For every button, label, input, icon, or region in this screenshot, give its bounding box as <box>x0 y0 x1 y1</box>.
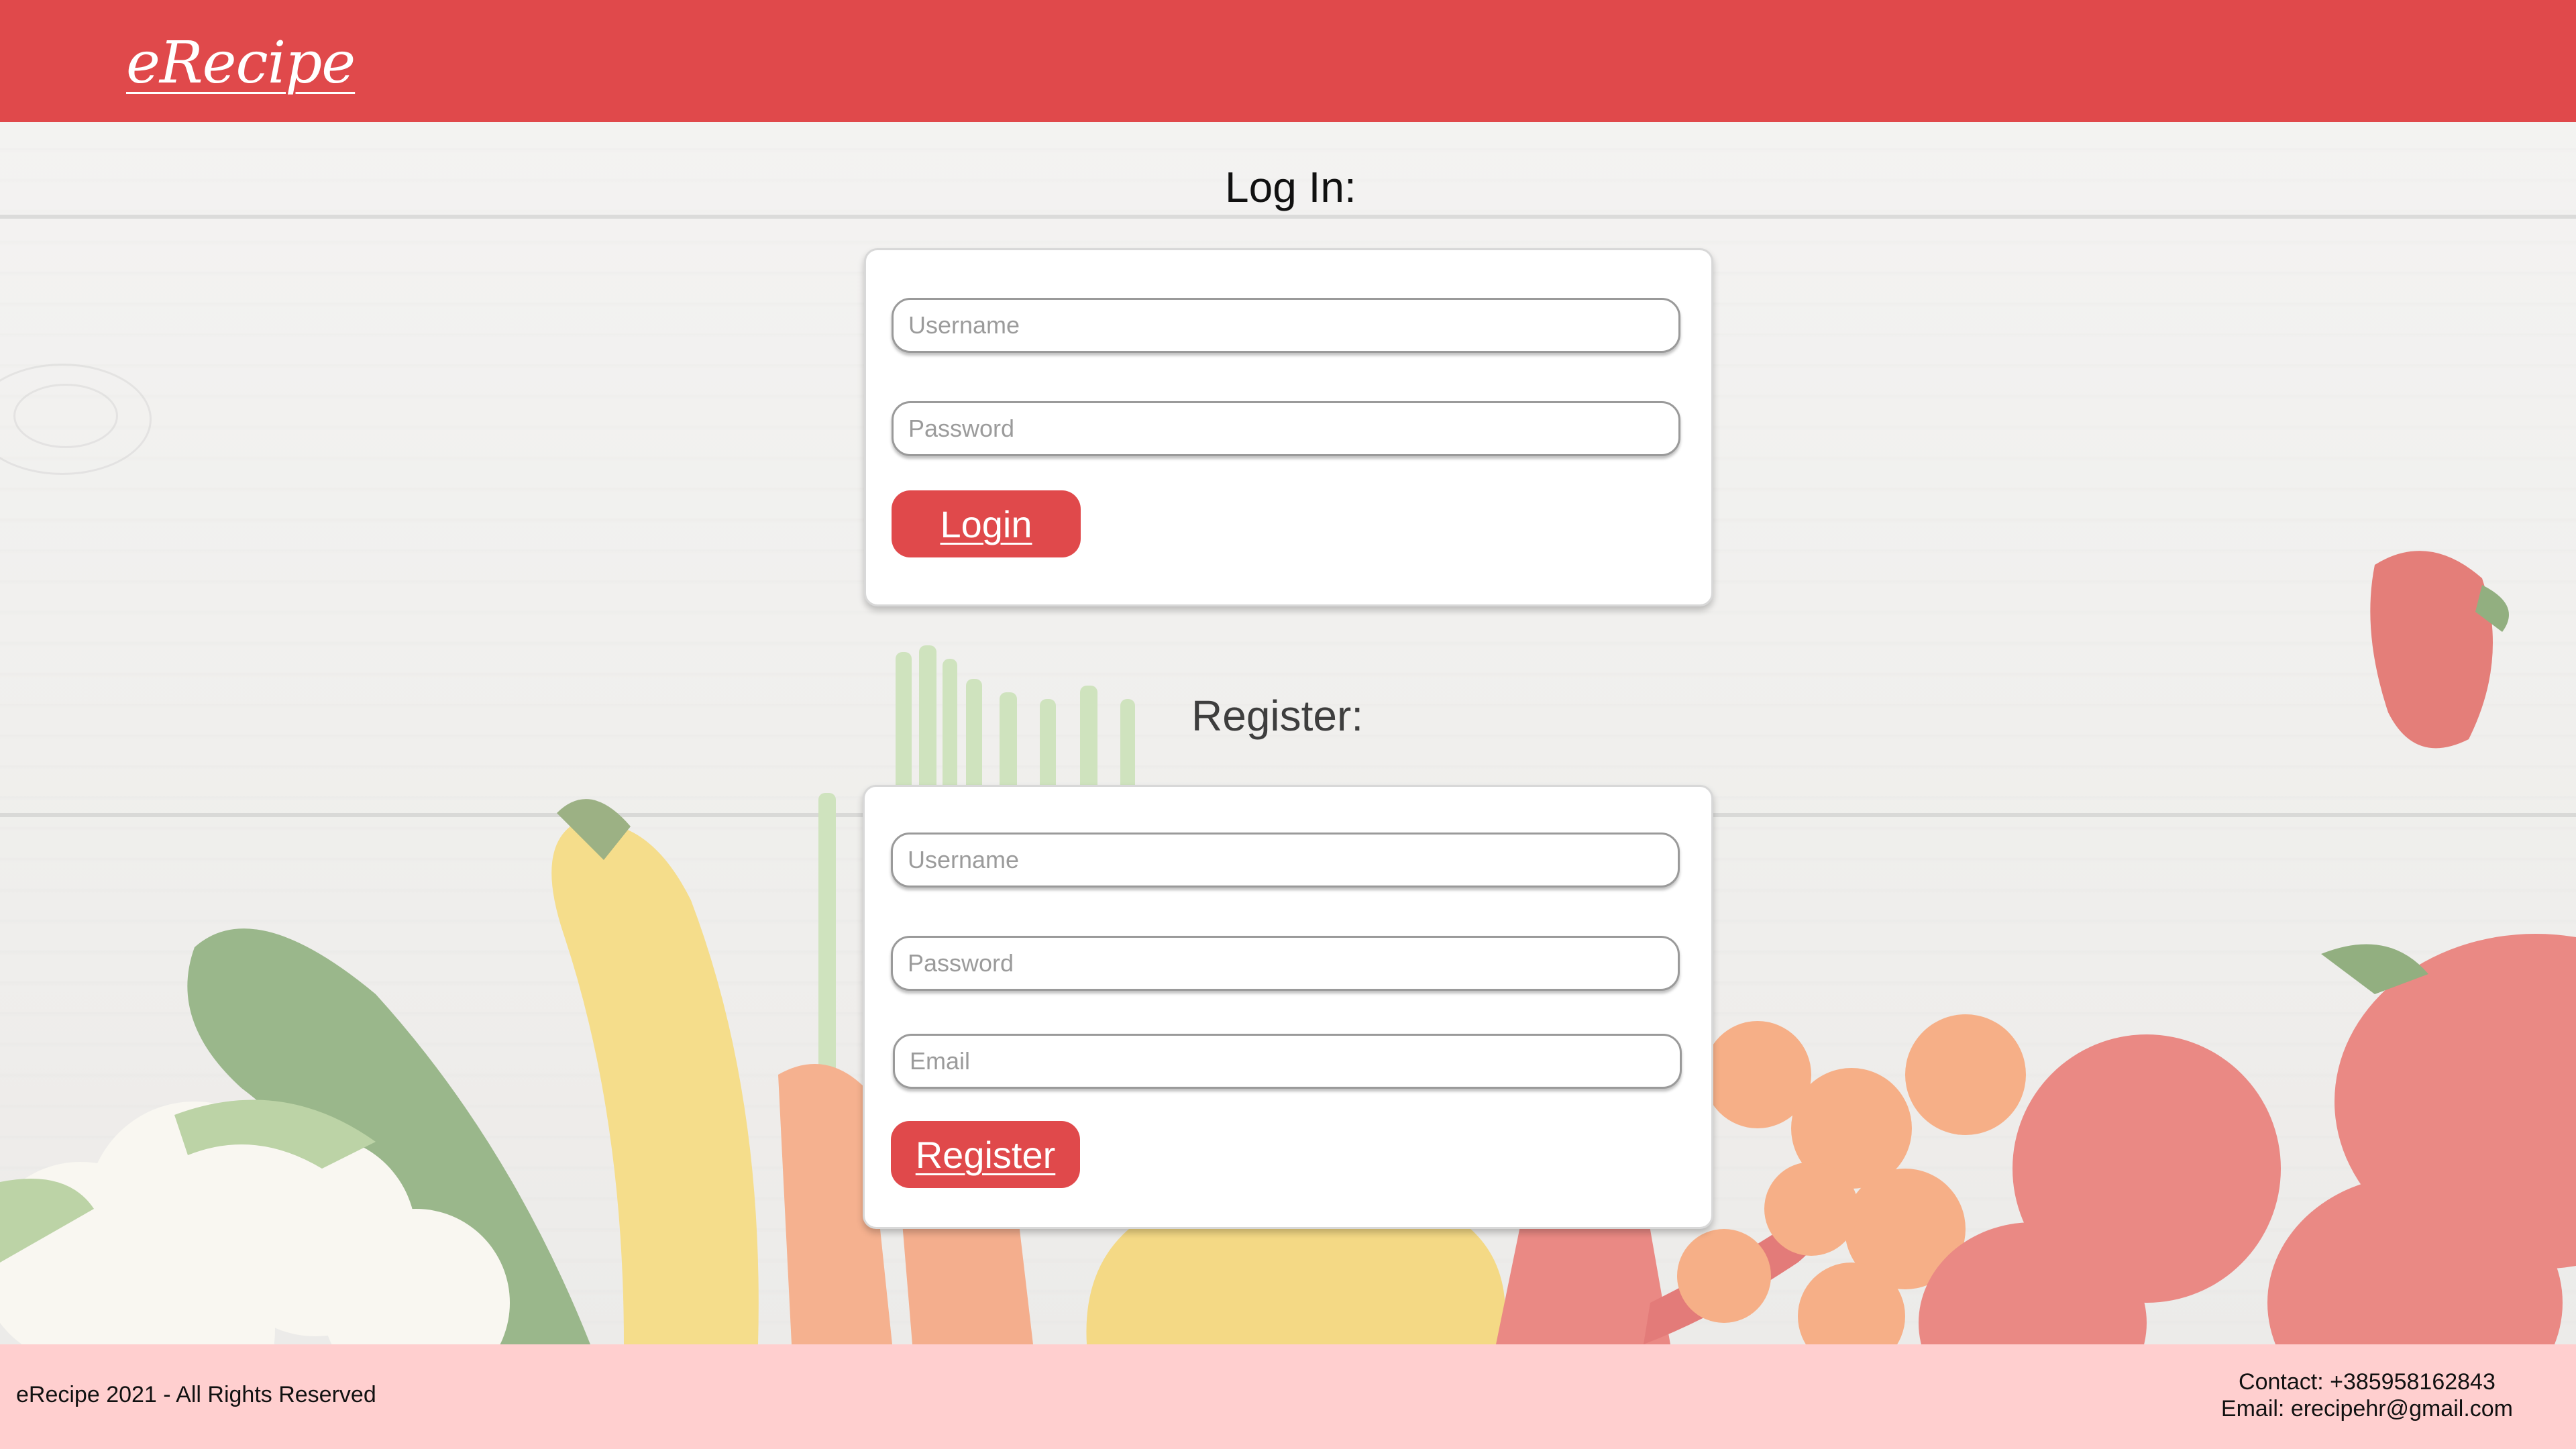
top-bar: eRecipe <box>0 0 2576 122</box>
login-password-input[interactable] <box>892 401 1680 456</box>
login-button[interactable]: Login <box>892 490 1081 557</box>
contact-email: Email: erecipehr@gmail.com <box>2220 1396 2513 1421</box>
footer: eRecipe 2021 - All Rights Reserved Conta… <box>0 1344 2576 1449</box>
register-heading: Register: <box>1191 692 1364 740</box>
register-form: Register <box>863 785 1713 1229</box>
register-button[interactable]: Register <box>891 1121 1080 1188</box>
register-password-input[interactable] <box>891 936 1680 991</box>
contact-info: Contact: +385958162843 Email: erecipehr@… <box>2221 1368 2513 1422</box>
login-form: Login <box>864 248 1713 606</box>
register-username-input[interactable] <box>891 833 1680 888</box>
login-username-input[interactable] <box>892 298 1680 353</box>
register-email-input[interactable] <box>893 1034 1682 1089</box>
logo-link[interactable]: eRecipe <box>126 30 356 97</box>
copyright-text: eRecipe 2021 - All Rights Reserved <box>16 1382 376 1407</box>
login-heading: Log In: <box>1225 163 1356 211</box>
contact-phone: Contact: +385958162843 <box>2239 1369 2496 1395</box>
